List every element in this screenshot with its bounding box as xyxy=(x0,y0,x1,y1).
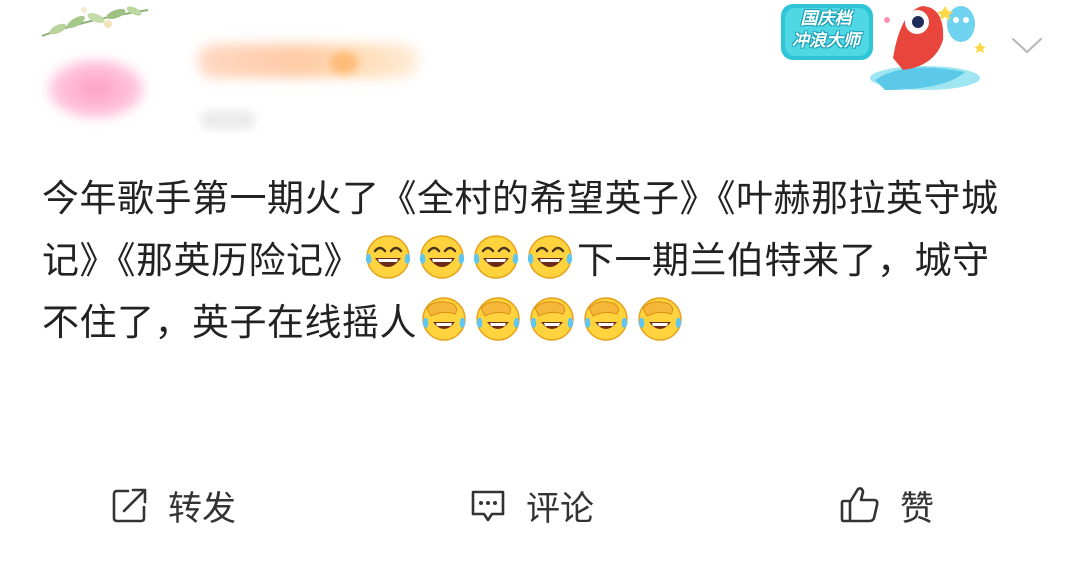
repost-label: 转发 xyxy=(168,488,236,529)
laughing-tears-emoji xyxy=(417,232,467,282)
holiday-badge[interactable]: 国庆档 冲浪大师 xyxy=(775,0,990,95)
laughing-tears-emoji xyxy=(471,232,521,282)
username-blurred[interactable] xyxy=(198,44,418,78)
share-icon xyxy=(112,488,147,523)
facepalm-cry-emoji xyxy=(473,294,523,344)
username-badge-blurred xyxy=(330,52,358,74)
post-body: 今年歌手第一期火了《全村的希望英子》《叶赫那拉英守城记》《那英历险记》 下一期兰伯… xyxy=(42,168,1007,354)
comment-icon xyxy=(471,490,505,522)
badge-label-line2: 冲浪大师 xyxy=(792,31,860,51)
badge-label: 国庆档 冲浪大师 xyxy=(787,8,865,52)
laughing-tears-emoji xyxy=(525,232,575,282)
comment-button[interactable]: 评论 xyxy=(468,480,594,530)
thumbs-up-icon xyxy=(840,487,879,523)
comment-label: 评论 xyxy=(526,488,594,529)
facepalm-cry-emoji xyxy=(581,294,631,344)
facepalm-cry-emoji xyxy=(419,294,469,344)
like-button[interactable]: 赞 xyxy=(838,480,934,530)
laughing-tears-emoji xyxy=(363,232,413,282)
repost-button[interactable]: 转发 xyxy=(110,480,236,530)
facepalm-cry-emoji xyxy=(635,294,685,344)
chevron-down-icon[interactable] xyxy=(1010,36,1044,56)
facepalm-cry-emoji xyxy=(527,294,577,344)
avatar[interactable] xyxy=(46,58,146,120)
badge-label-line1: 国庆档 xyxy=(800,9,852,29)
floral-decoration-icon xyxy=(41,6,149,37)
like-label: 赞 xyxy=(900,488,934,529)
action-bar: 转发 评论 赞 xyxy=(0,470,1079,540)
timestamp-blurred xyxy=(200,110,256,130)
